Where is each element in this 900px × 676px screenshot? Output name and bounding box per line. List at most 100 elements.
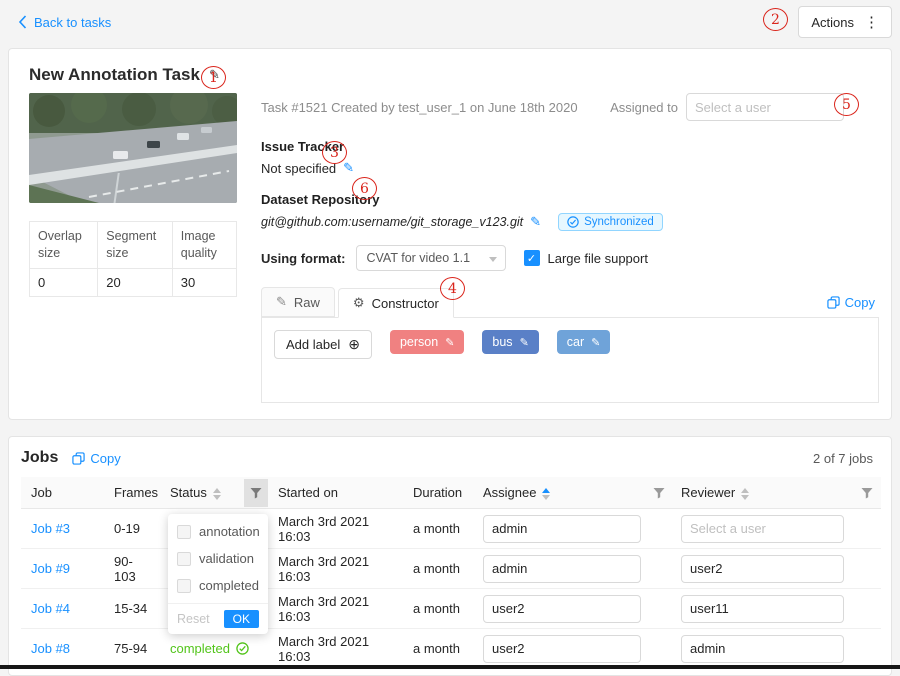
job-link[interactable]: Job #9 [31, 561, 70, 576]
task-right-column: Task #1521 Created by test_user_1 on Jun… [261, 93, 879, 403]
edit-label-icon[interactable]: ✎ [445, 336, 454, 349]
task-assignee-input[interactable] [686, 93, 844, 121]
task-params-table: Overlap size Segment size Image quality … [29, 221, 237, 297]
job-assignee-input[interactable] [483, 635, 641, 663]
task-meta-text: Task #1521 Created by test_user_1 on Jun… [261, 100, 578, 115]
job-reviewer-input[interactable] [681, 635, 844, 663]
job-started: March 3rd 2021 16:03 [270, 549, 405, 589]
job-link[interactable]: Job #4 [31, 601, 70, 616]
job-started: March 3rd 2021 16:03 [270, 629, 405, 669]
col-reviewer[interactable]: Reviewer [673, 477, 881, 509]
job-reviewer-input[interactable] [681, 595, 844, 623]
filter-option-label: completed [199, 578, 259, 593]
using-format-label: Using format: [261, 251, 346, 266]
issue-tracker-block: Issue Tracker Not specified ✎ [261, 139, 879, 176]
reviewer-filter-icon[interactable] [861, 487, 873, 499]
labels-copy-link[interactable]: Copy [827, 295, 879, 310]
job-assignee-input[interactable] [483, 555, 641, 583]
edit-label-icon[interactable]: ✎ [591, 336, 600, 349]
edit-repository-icon[interactable]: ✎ [530, 214, 541, 230]
add-label-text: Add label [286, 337, 340, 352]
filter-option-label: annotation [199, 524, 260, 539]
back-to-tasks-label: Back to tasks [34, 15, 111, 30]
filter-option-completed[interactable]: completed [168, 572, 268, 599]
back-to-tasks-link[interactable]: Back to tasks [18, 15, 111, 30]
job-link[interactable]: Job #8 [31, 641, 70, 656]
jobs-card: Jobs Copy 2 of 7 jobs Job Frames Status [8, 436, 892, 676]
sort-icon[interactable] [213, 488, 221, 500]
label-chip-person[interactable]: person ✎ [390, 330, 464, 354]
col-status[interactable]: Status [162, 477, 270, 509]
filter-ok-button[interactable]: OK [224, 610, 259, 628]
edit-label-icon[interactable]: ✎ [520, 336, 529, 349]
col-assignee[interactable]: Assignee [475, 477, 673, 509]
copy-icon [827, 296, 840, 309]
checkbox-unchecked-icon[interactable] [177, 579, 191, 593]
label-name: person [400, 335, 438, 349]
tab-raw-label: Raw [294, 295, 320, 310]
job-row: Job #9 90-103 March 3rd 2021 16:03 a mon… [21, 549, 881, 589]
tab-raw[interactable]: ✎ Raw [261, 287, 335, 317]
large-file-checkbox-wrap[interactable]: ✓ Large file support [524, 250, 648, 266]
sync-status-label: Synchronized [584, 216, 654, 228]
task-left-column: Overlap size Segment size Image quality … [29, 93, 237, 403]
pencil-icon: ✎ [276, 294, 287, 310]
edit-issue-tracker-icon[interactable]: ✎ [343, 160, 354, 176]
sort-icon[interactable] [542, 488, 550, 500]
job-reviewer-input[interactable] [681, 515, 844, 543]
job-reviewer-input[interactable] [681, 555, 844, 583]
sync-status-badge[interactable]: Synchronized [558, 213, 663, 231]
actions-label: Actions [811, 15, 854, 30]
jobs-count: 2 of 7 jobs [813, 451, 879, 466]
status-filter-icon[interactable] [244, 479, 268, 507]
dataset-repository-block: Dataset Repository git@github.com:userna… [261, 192, 879, 231]
job-link[interactable]: Job #3 [31, 521, 70, 536]
job-frames: 15-34 [106, 589, 162, 629]
label-chip-bus[interactable]: bus ✎ [482, 330, 538, 354]
param-value-quality: 30 [172, 268, 236, 296]
check-circle-icon [236, 642, 249, 655]
sort-icon[interactable] [741, 488, 749, 500]
copy-icon [72, 452, 85, 465]
job-frames: 75-94 [106, 629, 162, 669]
assigned-to-label: Assigned to [610, 100, 678, 115]
job-duration: a month [405, 629, 475, 669]
checkbox-unchecked-icon[interactable] [177, 525, 191, 539]
label-constructor-panel: Add label ⊕ person ✎ bus ✎ car ✎ [261, 317, 879, 403]
filter-reset-button[interactable]: Reset [177, 612, 210, 626]
add-label-button[interactable]: Add label ⊕ [274, 330, 372, 359]
job-frames: 0-19 [106, 509, 162, 549]
job-started: March 3rd 2021 16:03 [270, 589, 405, 629]
tab-constructor[interactable]: ⚙ Constructor [338, 288, 454, 318]
actions-button[interactable]: Actions ⋮ [798, 6, 892, 38]
jobs-title: Jobs [21, 449, 58, 467]
job-assignee-input[interactable] [483, 515, 641, 543]
job-row: Job #4 15-34 March 3rd 2021 16:03 a mont… [21, 589, 881, 629]
jobs-copy-link[interactable]: Copy [72, 451, 124, 466]
repository-url: git@github.com:username/git_storage_v123… [261, 215, 523, 229]
format-select[interactable]: CVAT for video 1.1 [356, 245, 506, 271]
filter-option-validation[interactable]: validation [168, 545, 268, 572]
filter-option-label: validation [199, 551, 254, 566]
job-duration: a month [405, 589, 475, 629]
jobs-copy-label: Copy [90, 451, 120, 466]
assignee-filter-icon[interactable] [653, 487, 665, 499]
checkbox-unchecked-icon[interactable] [177, 552, 191, 566]
label-chip-car[interactable]: car ✎ [557, 330, 611, 354]
job-frames: 90-103 [106, 549, 162, 589]
col-frames: Frames [106, 477, 162, 509]
edit-title-icon[interactable]: ✎ [209, 67, 220, 83]
labels-copy-label: Copy [845, 295, 875, 310]
screen-bottom-edge [0, 665, 900, 669]
back-chevron-icon [18, 15, 27, 29]
labels-tabs: ✎ Raw ⚙ Constructor Copy [261, 287, 879, 317]
job-assignee-input[interactable] [483, 595, 641, 623]
large-file-label: Large file support [548, 251, 648, 266]
job-duration: a month [405, 509, 475, 549]
job-started: March 3rd 2021 16:03 [270, 509, 405, 549]
param-value-segment: 20 [98, 268, 173, 296]
filter-option-annotation[interactable]: annotation [168, 518, 268, 545]
issue-tracker-value: Not specified [261, 161, 336, 176]
jobs-table: Job Frames Status Started on Duration As… [21, 477, 881, 669]
tool-icon: ⚙ [353, 295, 365, 311]
